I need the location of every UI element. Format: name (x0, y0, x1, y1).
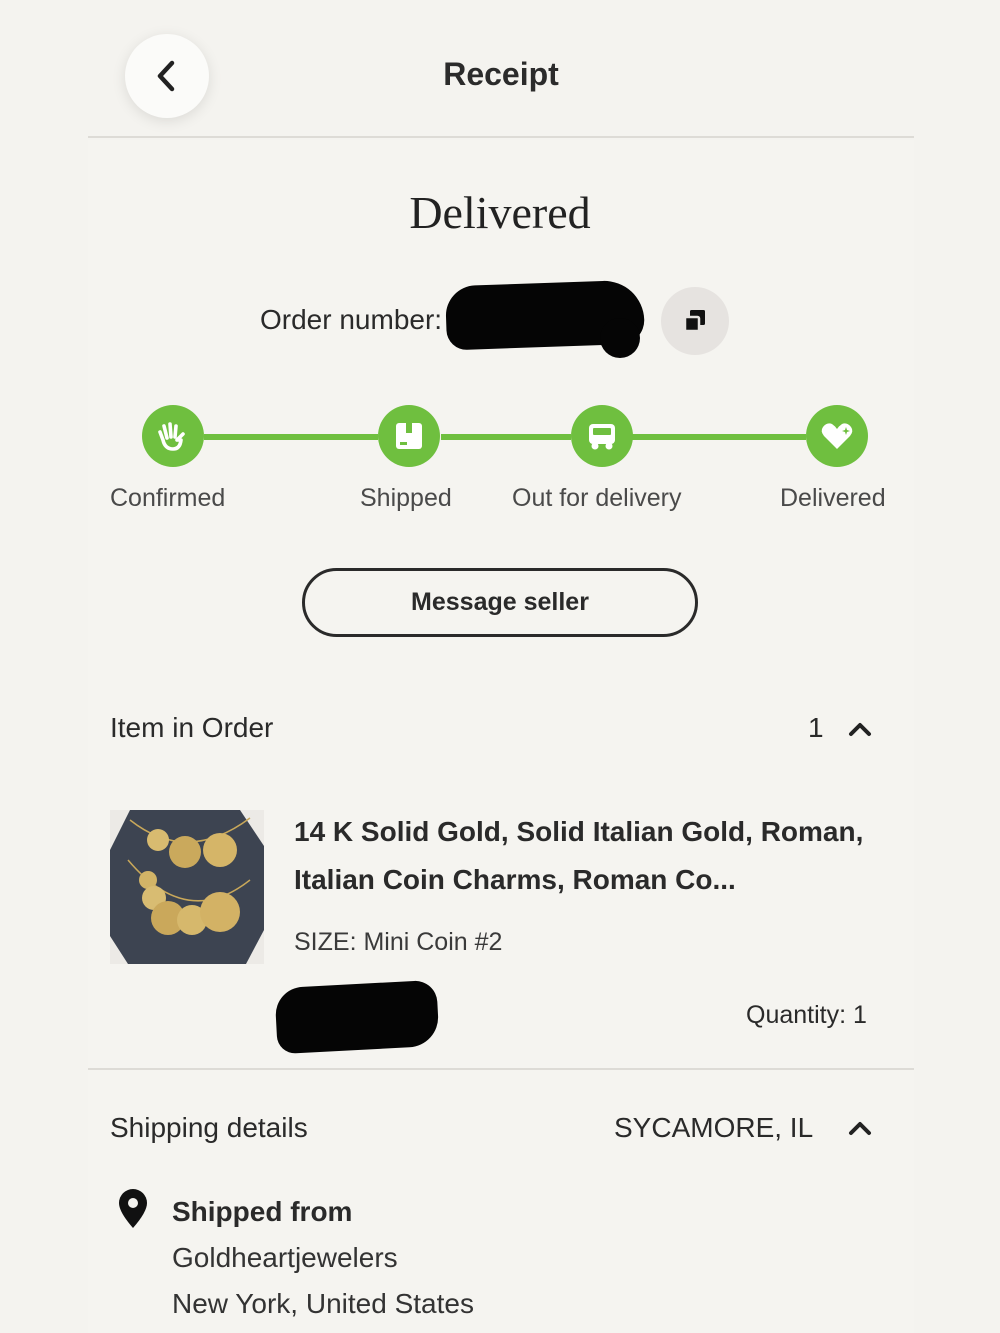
step-confirmed (142, 405, 204, 467)
items-section-title: Item in Order (110, 712, 274, 743)
step-label-confirmed: Confirmed (110, 484, 226, 512)
seller-name[interactable]: Goldheartjewelers (172, 1242, 398, 1274)
shipped-from-label: Shipped from (172, 1196, 353, 1227)
product-quantity: Quantity: 1 (746, 1001, 867, 1029)
product-title[interactable]: 14 K Solid Gold, Solid Italian Gold, Rom… (294, 808, 874, 904)
heart-icon (821, 423, 853, 449)
step-label-out-for-delivery: Out for delivery (512, 484, 682, 512)
order-number-label: Order number: (260, 304, 443, 335)
page-title: Receipt (443, 56, 559, 92)
truck-icon (589, 424, 615, 450)
step-delivered (806, 405, 868, 467)
section-divider (88, 1068, 914, 1070)
product-thumbnail[interactable] (110, 810, 264, 964)
box-icon (396, 423, 422, 449)
seller-origin: New York, United States (172, 1288, 474, 1319)
step-label-delivered: Delivered (780, 484, 886, 512)
product-size: SIZE: Mini Coin #2 (294, 928, 503, 956)
redaction-mark (600, 318, 640, 358)
receipt-page: Receipt Delivered Order number: Confirme… (0, 0, 1000, 1333)
step-shipped (378, 405, 440, 467)
hand-icon (158, 422, 185, 451)
progress-line (632, 434, 806, 440)
progress-line (204, 434, 378, 440)
chevron-up-icon[interactable] (847, 1119, 873, 1137)
shipping-section-title: Shipping details (110, 1112, 308, 1143)
delivery-status-title: Delivered (409, 187, 591, 238)
redaction-mark (274, 979, 440, 1055)
copy-order-number-button[interactable] (661, 287, 729, 355)
header-bar: Receipt (88, 0, 914, 138)
step-label-shipped: Shipped (360, 484, 452, 512)
step-out-for-delivery (571, 405, 633, 467)
shipping-location: SYCAMORE, IL (614, 1112, 814, 1143)
progress-line (441, 434, 571, 440)
items-count: 1 (808, 712, 824, 743)
message-seller-button[interactable]: Message seller (302, 568, 698, 637)
chevron-up-icon[interactable] (847, 720, 873, 738)
location-pin-icon (119, 1189, 147, 1228)
coin-necklace-image (110, 810, 264, 964)
copy-icon (683, 310, 705, 333)
